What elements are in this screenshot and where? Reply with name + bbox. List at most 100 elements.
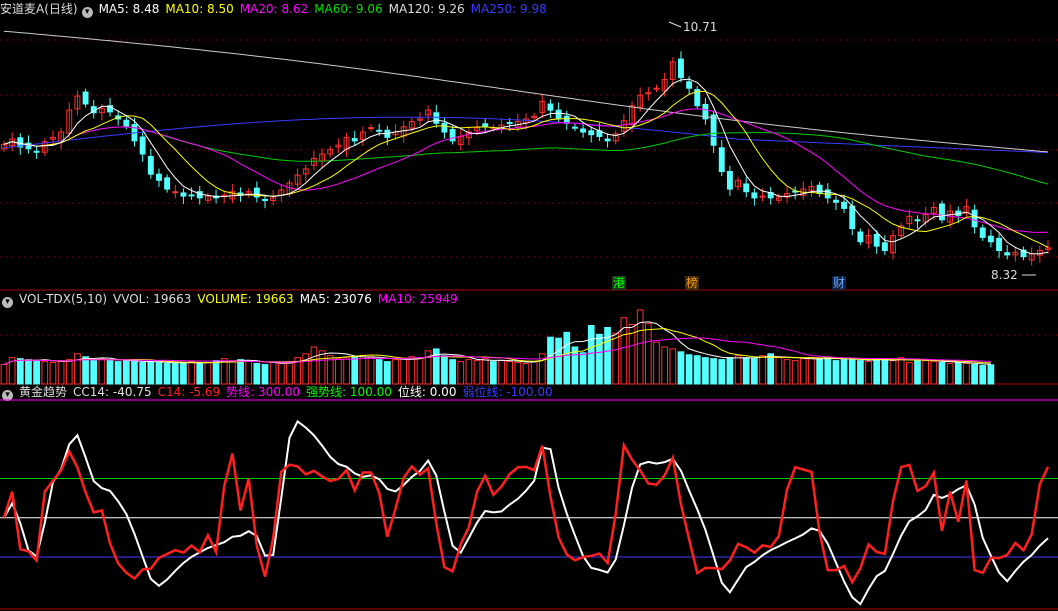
volume-bar — [971, 364, 978, 385]
tag-finance[interactable]: 财 — [832, 276, 847, 290]
tag-hk[interactable]: 港 — [612, 276, 627, 290]
candle-body — [571, 126, 578, 129]
candle-body — [710, 114, 717, 146]
candle-body — [832, 199, 839, 203]
volume-bar — [16, 358, 24, 385]
candle-body — [580, 128, 587, 133]
volume-bar — [832, 360, 840, 385]
volume-bar — [783, 359, 791, 385]
volume-bar — [457, 361, 465, 385]
volume-bar — [685, 354, 693, 385]
volume-bar — [269, 362, 277, 385]
volume-bar — [897, 357, 905, 385]
volume-bar — [938, 362, 946, 385]
volume-bar — [441, 355, 448, 385]
candle-body — [433, 112, 440, 124]
volume-bar — [65, 359, 73, 385]
candle-body — [25, 142, 32, 150]
volume-bar — [914, 359, 921, 385]
candle-body — [996, 237, 1003, 252]
volume-bar — [808, 357, 815, 385]
volume-bar — [25, 359, 32, 385]
candle-body — [678, 58, 684, 79]
volume-bar — [302, 353, 310, 385]
volume-bar — [514, 362, 522, 385]
volume-bar — [547, 336, 554, 385]
candle-body — [881, 242, 888, 252]
volume-bar — [318, 350, 326, 385]
candle-body — [147, 156, 154, 175]
volume-bar — [987, 364, 995, 385]
volume-bar — [155, 362, 163, 385]
volume-bar — [922, 360, 930, 385]
volume-bar — [375, 359, 383, 385]
candle-body — [482, 123, 489, 127]
volume-bar — [865, 361, 872, 385]
volume-bar — [530, 361, 538, 385]
candle-body — [82, 91, 89, 105]
volume-bar — [367, 356, 375, 385]
volume-bar — [147, 361, 155, 385]
candle-body — [604, 138, 611, 142]
volume-bar — [759, 355, 766, 385]
volume-bar — [718, 359, 726, 385]
stock-chart[interactable] — [0, 0, 1058, 611]
volume-bar — [49, 362, 57, 385]
volume-bar — [114, 361, 122, 385]
volume-bar — [310, 346, 318, 385]
volume-bar — [74, 353, 81, 385]
volume-bar — [277, 363, 285, 385]
candle-body — [743, 183, 750, 193]
candle-body — [441, 122, 448, 133]
candle-body — [156, 173, 162, 181]
tag-list[interactable]: 榜 — [685, 276, 700, 290]
volume-bar — [848, 358, 856, 385]
volume-bar — [171, 363, 179, 385]
volume-bar — [131, 361, 138, 385]
candle-body — [653, 87, 660, 90]
volume-bar — [816, 358, 823, 385]
candle-body — [873, 233, 880, 247]
volume-bar — [905, 362, 913, 385]
high-price-label: 10.71 — [683, 20, 718, 34]
volume-bar — [653, 341, 660, 385]
volume-bar — [400, 358, 408, 385]
volume-bar — [33, 360, 40, 385]
ma20-line — [3, 108, 1049, 233]
volume-bar — [889, 360, 897, 385]
candle-body — [987, 235, 994, 243]
volume-bar — [473, 360, 481, 385]
candle-body — [751, 192, 758, 199]
candle-body — [164, 177, 171, 190]
volume-bar — [506, 361, 514, 385]
candle-body — [180, 192, 187, 197]
candle-body — [849, 205, 856, 230]
volume-bar — [767, 353, 775, 385]
candle-body — [262, 198, 268, 202]
volume-bar — [41, 361, 49, 385]
volume-bar — [286, 361, 293, 385]
candle-body — [588, 130, 595, 136]
volume-bar — [253, 363, 261, 385]
volume-bar — [229, 360, 236, 385]
volume-bar — [636, 309, 644, 385]
volume-bar — [498, 360, 505, 385]
volume-bar — [383, 361, 391, 385]
volume-bar — [840, 359, 848, 385]
candle-body — [979, 227, 986, 238]
volume-bar — [351, 356, 359, 385]
volume-bar — [677, 351, 685, 385]
candle-body — [555, 109, 562, 120]
ma120-line — [3, 30, 1049, 153]
candle-body — [172, 191, 179, 194]
volume-bar — [734, 355, 742, 385]
volume-bar — [824, 357, 832, 385]
candle-body — [816, 184, 823, 194]
volume-bar — [0, 364, 8, 385]
volume-bar — [449, 359, 456, 385]
volume-bar — [139, 362, 147, 385]
volume-bar — [775, 357, 783, 385]
volume-bar — [90, 360, 98, 385]
volume-bar — [481, 358, 489, 385]
volume-bar — [245, 361, 253, 385]
